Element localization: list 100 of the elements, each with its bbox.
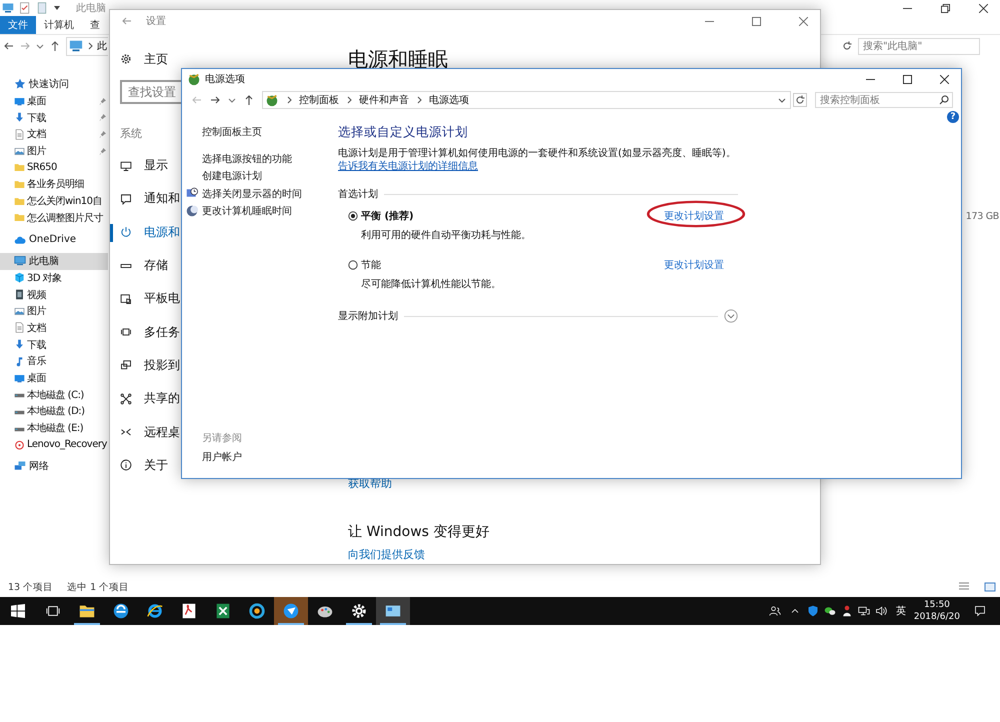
feedback-link[interactable]: 向我们提供反馈 <box>348 547 425 562</box>
figure-icon[interactable] <box>841 605 854 617</box>
home-link[interactable]: 主页 <box>110 50 168 68</box>
group-label: 首选计划 <box>338 188 378 201</box>
nav-item[interactable]: 各业务员明细 <box>0 176 108 193</box>
close-icon[interactable] <box>940 74 949 84</box>
sidebar-link[interactable]: 创建电源计划 <box>202 169 262 184</box>
ribbon-tab[interactable]: 文件 <box>0 16 36 34</box>
window-title: 设置 <box>146 14 166 28</box>
people-icon[interactable] <box>768 605 781 617</box>
back-arrow-icon[interactable] <box>4 41 14 51</box>
selection-count: 选中 1 个项目 <box>67 580 130 594</box>
sidebar-link[interactable]: 选择关闭显示器的时间 <box>202 186 302 201</box>
nav-item[interactable]: 本地磁盘 (D:) <box>0 403 108 420</box>
download-arrow-icon <box>14 112 25 124</box>
breadcrumb-item[interactable]: 此 <box>97 39 107 53</box>
clock-monitor-icon <box>186 187 198 199</box>
settings-nav-item[interactable]: 存储 <box>110 248 168 282</box>
settings-nav-item[interactable]: 投影到 <box>110 348 180 382</box>
speech-bubble-icon <box>120 192 132 205</box>
settings-nav-item[interactable]: 多任务 <box>110 315 180 349</box>
nav-item[interactable]: 下载 <box>0 336 108 353</box>
radio-icon[interactable] <box>348 260 358 270</box>
maximize-icon[interactable] <box>903 74 912 84</box>
nav-item[interactable]: 怎么关闭win10自 <box>0 192 108 210</box>
pin-icon[interactable] <box>99 131 106 138</box>
pin-icon[interactable] <box>99 98 106 105</box>
nav-item[interactable]: 图片 <box>0 142 108 160</box>
nav-item[interactable]: 桌面 <box>0 92 108 110</box>
ribbon-tab[interactable]: 计算机 <box>36 16 82 34</box>
chevron-icon <box>345 96 353 104</box>
taskbar-app-button[interactable] <box>274 597 308 625</box>
nav-item[interactable]: 文档 <box>0 320 108 336</box>
settings-nav-item[interactable]: 通知和 <box>110 182 180 216</box>
settings-nav-item[interactable]: 平板电 <box>110 282 180 316</box>
settings-nav-item[interactable]: 显示 <box>110 149 168 182</box>
dropdown-icon[interactable] <box>228 96 236 104</box>
settings-nav-item[interactable]: 远程桌 <box>110 415 180 449</box>
breadcrumb-item[interactable]: 硬件和声音 <box>359 93 409 107</box>
breadcrumb-item[interactable]: 控制面板 <box>299 93 339 107</box>
close-icon[interactable] <box>979 4 988 12</box>
dropdown-icon[interactable] <box>36 42 44 50</box>
search-icon[interactable] <box>939 95 949 105</box>
radio-icon[interactable] <box>348 211 358 221</box>
notification-icon[interactable] <box>974 605 986 617</box>
nav-item[interactable]: 下载 <box>0 109 108 126</box>
nav-item[interactable]: 3D 对象 <box>0 270 108 286</box>
breadcrumb-item[interactable]: 电源选项 <box>429 93 469 107</box>
input-method-button[interactable]: 英 <box>896 604 906 618</box>
address-bar[interactable]: 此 <box>66 36 108 56</box>
restore-icon[interactable] <box>941 4 950 12</box>
network-icon[interactable] <box>858 605 870 617</box>
pin-icon[interactable] <box>99 148 106 155</box>
nav-item[interactable]: 桌面 <box>0 370 108 386</box>
chat-bubbles-icon[interactable] <box>824 605 836 617</box>
expand-chevron-icon[interactable] <box>724 309 738 323</box>
settings-nav-item[interactable]: 共享的 <box>110 382 180 416</box>
nav-item[interactable]: SR650 <box>0 159 108 176</box>
folder-icon <box>14 212 25 224</box>
computer-icon <box>2 2 14 14</box>
nav-item[interactable]: 怎么调整图片尺寸 <box>0 210 108 226</box>
forward-arrow-icon[interactable] <box>210 95 220 105</box>
nav-item[interactable]: Lenovo_Recovery <box>0 436 108 454</box>
search-field[interactable]: 查找设置 <box>120 80 181 104</box>
chevron-icon <box>415 96 423 104</box>
nav-item[interactable]: 本地磁盘 (E:) <box>0 420 108 436</box>
details-link[interactable]: 告诉我有关电源计划的详细信息 <box>338 161 478 172</box>
nav-item[interactable]: 此电脑 <box>0 252 108 270</box>
sidebar-link[interactable]: 选择电源按钮的功能 <box>202 152 292 166</box>
sidebar-link[interactable]: 用户帐户 <box>202 450 332 464</box>
clock[interactable]: 15:50 2018/6/20 <box>914 599 960 623</box>
address-bar[interactable]: 控制面板 硬件和声音 电源选项 <box>262 91 791 109</box>
nav-item[interactable]: 音乐 <box>0 353 108 370</box>
nav-item[interactable]: 快速访问 <box>0 76 108 93</box>
sidebar-link[interactable]: 控制面板主页 <box>182 125 332 139</box>
speaker-icon[interactable] <box>875 605 888 617</box>
tiles-view-icon[interactable] <box>984 581 996 593</box>
pin-icon[interactable] <box>99 114 106 122</box>
nav-item[interactable]: 视频 <box>0 286 108 303</box>
sidebar-link[interactable]: 更改计算机睡眠时间 <box>202 204 292 218</box>
refresh-icon[interactable] <box>842 41 852 51</box>
nav-item[interactable]: 图片 <box>0 302 108 320</box>
shield-icon[interactable] <box>807 605 820 617</box>
dropdown-icon[interactable] <box>778 96 786 104</box>
nav-item[interactable]: OneDrive <box>0 231 108 248</box>
settings-nav-item[interactable]: 关于 <box>110 448 168 482</box>
change-plan-link[interactable]: 更改计划设置 <box>664 258 724 272</box>
plan-radio[interactable]: 平衡 (推荐) <box>348 209 414 223</box>
settings-nav-item[interactable]: 电源和 <box>110 216 180 249</box>
dropdown-icon[interactable] <box>53 4 61 12</box>
plan-radio[interactable]: 节能 <box>348 258 381 272</box>
help-button[interactable]: ? <box>947 111 959 123</box>
nav-item[interactable]: 网络 <box>0 458 108 475</box>
nav-item[interactable]: 文档 <box>0 126 108 143</box>
monitor-icon <box>120 160 132 172</box>
up-arrow-icon[interactable] <box>244 95 254 105</box>
nav-item[interactable]: 本地磁盘 (C:) <box>0 386 108 404</box>
up-arrow-icon[interactable] <box>50 41 60 51</box>
section-label: 系统 <box>120 126 142 141</box>
ribbon-tab[interactable]: 查 <box>82 16 100 34</box>
